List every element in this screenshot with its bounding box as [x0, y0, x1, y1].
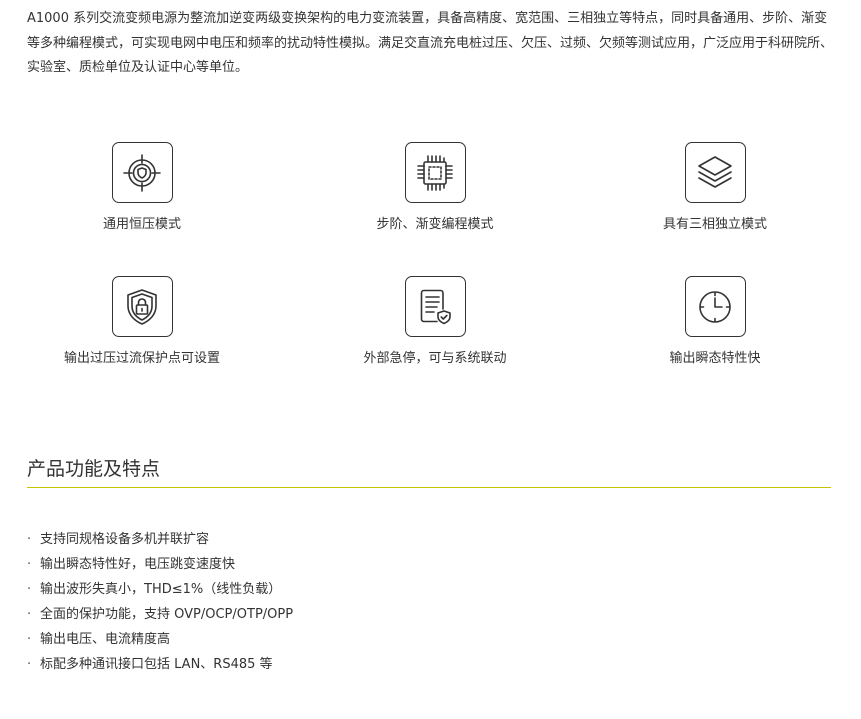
feature-constant-voltage: 通用恒压模式 [32, 142, 252, 234]
shield-lock-icon [111, 276, 173, 337]
feature-bullet-list: 支持同规格设备多机并联扩容 输出瞬态特性好，电压跳变速度快 输出波形失真小，TH… [27, 527, 293, 677]
document-check-icon [404, 276, 466, 337]
section-divider [27, 487, 831, 488]
list-item: 输出电压、电流精度高 [27, 627, 293, 652]
list-item: 标配多种通讯接口包括 LAN、RS485 等 [27, 652, 293, 677]
list-item: 输出瞬态特性好，电压跳变速度快 [27, 552, 293, 577]
layers-icon [684, 142, 746, 203]
feature-step-gradient: 步阶、渐变编程模式 [325, 142, 545, 234]
clock-icon [684, 276, 746, 337]
list-item: 支持同规格设备多机并联扩容 [27, 527, 293, 552]
target-shield-icon [111, 142, 173, 203]
chip-icon [404, 142, 466, 203]
feature-label: 具有三相独立模式 [662, 217, 767, 232]
feature-emergency-stop: 外部急停，可与系统联动 [325, 276, 545, 368]
intro-paragraph: A1000 系列交流变频电源为整流加逆变两级变换架构的电力变流装置，具备高精度、… [27, 11, 834, 75]
section-title: 产品功能及特点 [27, 458, 161, 480]
list-item: 输出波形失真小，THD≤1%（线性负载） [27, 577, 293, 602]
feature-label: 通用恒压模式 [102, 217, 181, 232]
feature-three-phase: 具有三相独立模式 [605, 142, 825, 234]
list-item: 全面的保护功能，支持 OVP/OCP/OTP/OPP [27, 602, 293, 627]
feature-label: 输出过压过流保护点可设置 [63, 351, 220, 366]
feature-fast-transient: 输出瞬态特性快 [605, 276, 825, 368]
feature-label: 步阶、渐变编程模式 [376, 217, 494, 232]
feature-protection-settable: 输出过压过流保护点可设置 [32, 276, 252, 368]
feature-label: 外部急停，可与系统联动 [363, 351, 507, 366]
feature-label: 输出瞬态特性快 [669, 351, 761, 366]
